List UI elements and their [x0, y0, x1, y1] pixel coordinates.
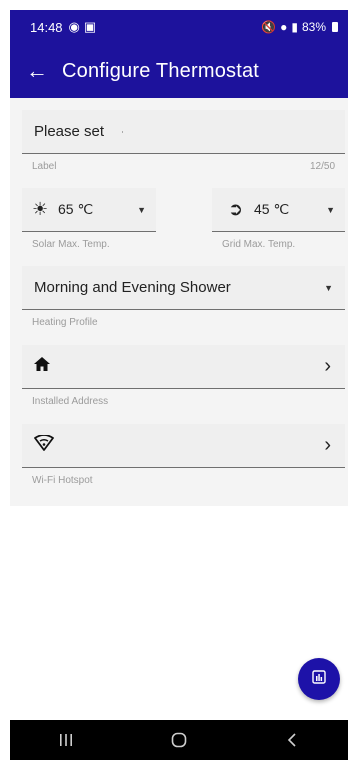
form-container: Please set Label 12/50 ☀ 65 ℃ ▼ Solar Ma… [10, 98, 348, 506]
chevron-down-icon: ▼ [326, 204, 335, 215]
solar-max-temp-value: 65 ℃ [58, 201, 94, 217]
installed-address-helper: Installed Address [32, 396, 109, 407]
sun-icon: ☀ [32, 199, 49, 219]
grid-max-temp-helper: Grid Max. Temp. [222, 239, 296, 250]
heating-profile-helper: Heating Profile [32, 317, 98, 328]
app-bar: ← Configure Thermostat [10, 44, 348, 98]
label-input-value: Please set [34, 123, 105, 140]
text-cursor [122, 130, 124, 133]
battery-icon [332, 22, 338, 32]
home-button[interactable] [149, 725, 209, 755]
heating-profile-value: Morning and Evening Shower [34, 279, 231, 296]
wifi-status-icon: ● [280, 20, 288, 34]
mute-icon: 🔇 [261, 20, 277, 34]
label-input[interactable]: Please set [22, 110, 345, 154]
chevron-down-icon: ▼ [137, 204, 146, 215]
home-icon [34, 357, 50, 376]
page-title: Configure Thermostat [62, 59, 260, 82]
grid-max-temp-value: 45 ℃ [254, 201, 290, 217]
status-right: 🔇 ● ▮ 83% [261, 20, 338, 34]
label-helper: Label [32, 161, 57, 172]
solar-max-temp-helper: Solar Max. Temp. [32, 239, 110, 250]
recent-apps-button[interactable] [36, 725, 96, 755]
chat-notification-icon: ◉ [68, 19, 80, 34]
chevron-right-icon: › [324, 434, 331, 456]
chevron-right-icon: › [324, 355, 331, 377]
label-counter: 12/50 [310, 161, 336, 172]
lightning-icon: ➲ [228, 199, 244, 219]
heating-profile-select[interactable]: Morning and Evening Shower ▼ [22, 266, 345, 310]
chart-icon [312, 669, 326, 689]
top-bar: 14:48 ◉ ▣ 🔇 ● ▮ 83% ← Configure Thermost… [10, 10, 348, 98]
solar-max-temp-select[interactable]: ☀ 65 ℃ ▼ [22, 188, 156, 232]
back-arrow-icon[interactable]: ← [26, 58, 56, 84]
gallery-notification-icon: ▣ [83, 19, 97, 34]
wifi-icon [34, 434, 54, 456]
chart-fab-button[interactable] [298, 658, 340, 700]
wifi-hotspot-helper: Wi-Fi Hotspot [32, 475, 93, 486]
chevron-down-icon: ▼ [324, 282, 333, 293]
wifi-hotspot-row[interactable]: › [22, 424, 345, 468]
battery-percent: 83% [301, 20, 326, 34]
system-nav-bar [10, 720, 348, 760]
signal-icon: ▮ [291, 20, 298, 34]
back-button[interactable] [262, 725, 322, 755]
grid-max-temp-select[interactable]: ➲ 45 ℃ ▼ [212, 188, 345, 232]
status-time: 14:48 [30, 19, 63, 35]
installed-address-row[interactable]: › [22, 345, 345, 389]
status-bar: 14:48 ◉ ▣ 🔇 ● ▮ 83% [10, 10, 348, 44]
